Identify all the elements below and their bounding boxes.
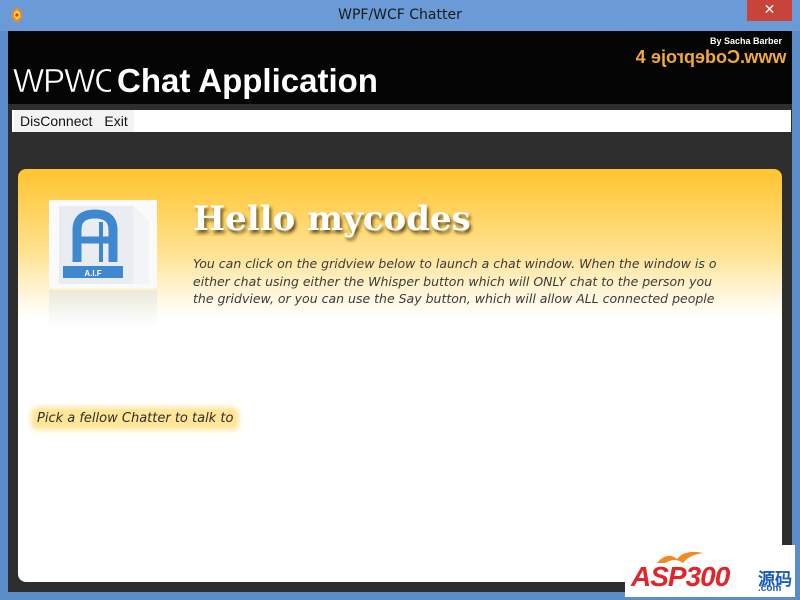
header-banner: By Sacha Barber 4 www.Codeproje WPWCChat… bbox=[8, 31, 792, 104]
watermark: ASP300 源码 .com bbox=[625, 545, 795, 597]
instructions-text: You can click on the gridview below to l… bbox=[193, 255, 729, 308]
menu-disconnect[interactable]: DisConnect bbox=[14, 110, 99, 132]
url-prefix: 4 bbox=[635, 47, 646, 67]
pick-chatter-label: Pick a fellow Chatter to talk to bbox=[34, 410, 237, 427]
instructions-line: You can click on the gridview below to l… bbox=[193, 256, 717, 271]
codeproject-link[interactable]: 4 www.Codeproje bbox=[636, 47, 786, 68]
title-bar[interactable]: WPF/WCF Chatter ✕ bbox=[0, 0, 800, 31]
avatar-caption: A.I.F bbox=[84, 269, 101, 278]
watermark-logo: ASP300 bbox=[631, 561, 730, 592]
brand-prefix: WPWC bbox=[13, 62, 111, 99]
close-button[interactable]: ✕ bbox=[747, 0, 792, 21]
avatar-reflection bbox=[49, 290, 157, 330]
application-file-icon: A.I.F bbox=[59, 206, 149, 284]
greeting-heading: Hello mycodes bbox=[193, 199, 471, 239]
menu-exit[interactable]: Exit bbox=[98, 110, 134, 132]
chat-panel: A.I.F Hello mycodes Hello mycodes You ca… bbox=[18, 169, 782, 582]
instructions-line: the gridview, or you can use the Say but… bbox=[193, 291, 715, 306]
app-window: WPF/WCF Chatter ✕ By Sacha Barber 4 www.… bbox=[0, 0, 800, 600]
client-area: By Sacha Barber 4 www.Codeproje WPWCChat… bbox=[8, 31, 792, 592]
user-avatar: A.I.F bbox=[49, 200, 157, 288]
url-text: www.Codeproje bbox=[650, 47, 786, 67]
window-title: WPF/WCF Chatter bbox=[338, 7, 462, 23]
watermark-domain: .com bbox=[758, 583, 782, 594]
menu-bar: DisConnect Exit bbox=[12, 110, 791, 132]
author-credit: By Sacha Barber bbox=[709, 36, 782, 46]
app-heading: Chat Application bbox=[117, 62, 378, 99]
app-brand: WPWCChat Application bbox=[13, 62, 378, 100]
instructions-line: either chat using either the Whisper but… bbox=[193, 273, 713, 289]
